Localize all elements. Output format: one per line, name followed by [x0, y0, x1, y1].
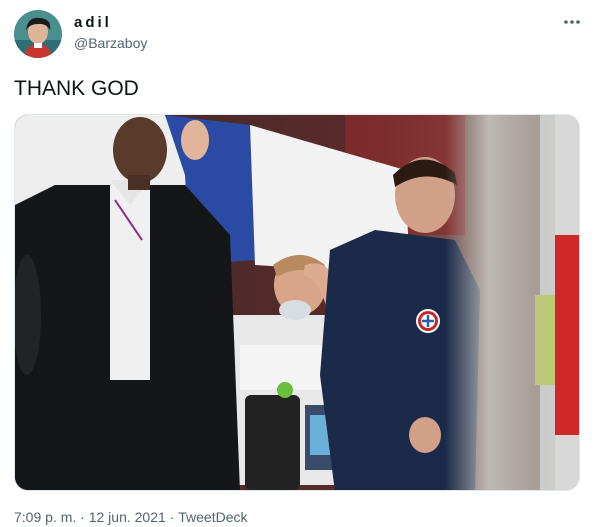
- photo-illustration: [15, 115, 579, 490]
- avatar-photo: [14, 10, 62, 58]
- avatar[interactable]: [14, 10, 62, 58]
- tweet-source[interactable]: TweetDeck: [178, 508, 247, 526]
- tweet-text: THANK GOD: [14, 77, 139, 100]
- meta-separator: ·: [76, 509, 89, 525]
- tweet-meta: 7:09 p. m. · 12 jun. 2021 · TweetDeck: [14, 508, 248, 526]
- meta-separator: ·: [165, 509, 179, 525]
- tweet-date[interactable]: 12 jun. 2021: [89, 508, 166, 526]
- tweet-header: adil @Barzaboy: [14, 10, 588, 60]
- user-info: adil @Barzaboy: [74, 14, 147, 52]
- more-horizontal-icon: [564, 20, 580, 24]
- display-name[interactable]: adil: [74, 14, 147, 32]
- user-handle[interactable]: @Barzaboy: [74, 34, 147, 52]
- more-button[interactable]: [560, 10, 584, 34]
- tweet-time[interactable]: 7:09 p. m.: [14, 508, 76, 526]
- tweet-photo[interactable]: [14, 114, 580, 491]
